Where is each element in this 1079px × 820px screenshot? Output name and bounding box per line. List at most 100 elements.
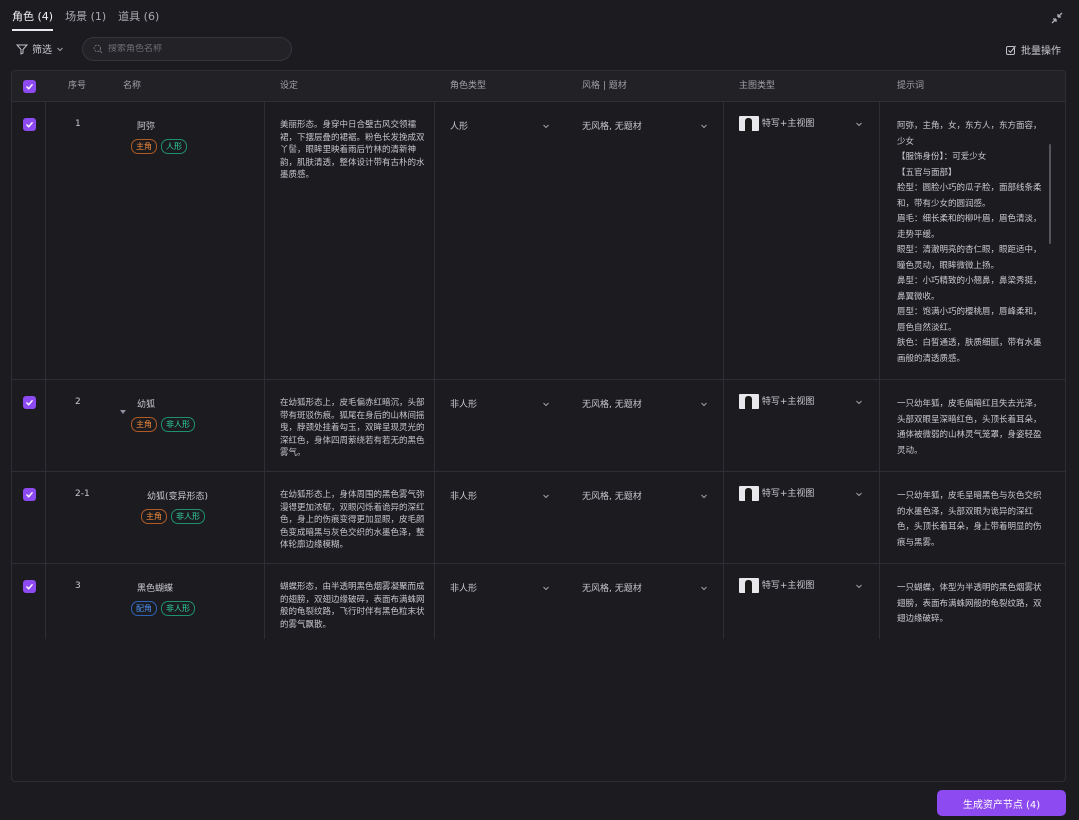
main-type-value: 特写+主视图 [761,581,815,591]
row-prompt[interactable]: 一只幼年狐，皮毛呈暗黑色与灰色交织的水墨色泽，头部双眼为诡异的深红色，头顶长着耳… [897,489,1045,551]
generate-asset-nodes-button[interactable]: 生成资产节点 (4) [937,790,1066,816]
row-setting[interactable]: 在幼狐形态上，皮毛偏赤红暗沉，头部带有斑驳伤痕。狐尾在身后的山林间摇曳，脖颈处挂… [280,397,426,459]
role-type-select[interactable]: 非人形 [450,489,550,502]
role-type-select[interactable]: 非人形 [450,397,550,410]
prompt-scrollbar[interactable] [1049,144,1051,244]
style-select[interactable]: 无风格, 无题材 [582,119,708,132]
search-input[interactable] [108,44,278,54]
tag-form: 非人形 [161,601,195,616]
main-type-value: 特写+主视图 [761,489,815,499]
row-name[interactable]: 幼狐(变异形态) [141,489,208,502]
chevron-down-icon [701,494,707,498]
row-setting[interactable]: 美丽形态。身穿中日合璧古风交领襦裙，下摆层叠的裙裾。粉色长发挽成双丫髻，眼眸里映… [280,119,426,182]
tab-props[interactable]: 道具 (6) [118,6,159,31]
chevron-down-icon [543,586,549,590]
chevron-down-icon [543,494,549,498]
batch-operation-button[interactable]: 批量操作 [1005,42,1061,57]
row-checkbox[interactable] [23,488,36,501]
thumbnail-image [739,394,759,409]
chevron-down-icon [57,47,63,51]
row-name-cell: 幼狐 主角 非人形 [131,397,195,432]
tag-role: 主角 [141,509,167,524]
row-name[interactable]: 阿弥 [131,119,187,132]
main-type-select[interactable]: 特写+主视图 [739,486,863,501]
main-type-value: 特写+主视图 [761,397,815,407]
select-all-checkbox[interactable] [23,80,36,93]
style-select[interactable]: 无风格, 无题材 [582,397,708,410]
style-value: 无风格, 无题材 [582,492,642,502]
filter-button[interactable]: 筛选 [16,41,64,56]
header-name: 名称 [123,81,142,91]
row-checkbox[interactable] [23,580,36,593]
main-type-value: 特写+主视图 [761,119,815,129]
search-icon [93,44,103,54]
row-name-cell: 幼狐(变异形态) 主角 非人形 [141,489,208,524]
asset-tabs: 角色 (4) 场景 (1) 道具 (6) [12,6,159,31]
tab-scenes[interactable]: 场景 (1) [65,6,106,31]
row-name-cell: 黑色蝴蝶 配角 非人形 [131,581,195,616]
tag-form: 非人形 [161,417,195,432]
chevron-down-icon [701,586,707,590]
tab-characters[interactable]: 角色 (4) [12,6,54,31]
row-index: 2-1 [75,489,90,499]
chevron-down-icon [856,400,862,404]
thumbnail-image [739,578,759,593]
filter-label: 筛选 [32,45,52,56]
row-index: 2 [75,397,81,407]
row-prompt[interactable]: 一只幼年狐，皮毛偏暗红且失去光泽，头部双眼呈深暗红色，头顶长着耳朵，通体被微弱的… [897,397,1045,459]
filter-icon [16,44,28,55]
tag-role: 配角 [131,601,157,616]
main-type-select[interactable]: 特写+主视图 [739,578,863,593]
table-row: 3 黑色蝴蝶 配角 非人形 蝴蝶形态，由半透明黑色烟雾凝聚而成的翅膀，双翅边缘破… [12,564,1065,639]
style-value: 无风格, 无题材 [582,122,642,132]
chevron-down-icon [701,402,707,406]
batch-label: 批量操作 [1021,46,1061,57]
row-setting[interactable]: 蝴蝶形态，由半透明黑色烟雾凝聚而成的翅膀，双翅边缘破碎，表面布满蛛网般的龟裂纹路… [280,581,426,631]
role-type-value: 非人形 [450,584,478,594]
role-type-value: 人形 [450,122,469,132]
row-name[interactable]: 幼狐 [131,397,195,410]
batch-icon [1006,45,1016,55]
search-box[interactable] [82,37,292,61]
thumbnail-image [739,486,759,501]
role-type-select[interactable]: 人形 [450,119,550,132]
toolbar: 筛选 批量操作 [12,37,1067,61]
header-index: 序号 [68,81,87,91]
row-index: 1 [75,119,81,129]
collapse-icon[interactable] [1049,10,1065,26]
row-checkbox[interactable] [23,118,36,131]
role-type-value: 非人形 [450,400,478,410]
expand-caret-icon[interactable] [119,408,127,416]
chevron-down-icon [543,124,549,128]
table-row: 1 阿弥 主角 人形 美丽形态。身穿中日合璧古风交领襦裙，下摆层叠的裙裾。粉色长… [12,102,1065,380]
role-type-select[interactable]: 非人形 [450,581,550,594]
table-header: 序号 名称 设定 角色类型 风格 | 题材 主图类型 提示词 [12,71,1065,102]
header-prompt: 提示词 [897,81,925,91]
tag-role: 主角 [131,417,157,432]
chevron-down-icon [543,402,549,406]
header-setting: 设定 [280,81,299,91]
chevron-down-icon [856,584,862,588]
character-table: 序号 名称 设定 角色类型 风格 | 题材 主图类型 提示词 1 阿弥 主角 人… [11,70,1066,782]
row-prompt[interactable]: 一只蝴蝶，体型为半透明的黑色烟雾状翅膀，表面布满蛛网般的龟裂纹路，双翅边缘破碎。 [897,581,1045,628]
header-role-type: 角色类型 [450,81,487,91]
style-select[interactable]: 无风格, 无题材 [582,581,708,594]
row-setting[interactable]: 在幼狐形态上，身体周围的黑色雾气弥漫得更加浓郁，双眼闪烁着诡异的深红色，身上的伤… [280,489,426,551]
chevron-down-icon [701,124,707,128]
table-row: 2 幼狐 主角 非人形 在幼狐形态上，皮毛偏赤红暗沉，头部带有斑驳伤痕。狐尾在身… [12,380,1065,472]
thumbnail-image [739,116,759,131]
table-row: 2-1 幼狐(变异形态) 主角 非人形 在幼狐形态上，身体周围的黑色雾气弥漫得更… [12,472,1065,564]
style-select[interactable]: 无风格, 无题材 [582,489,708,502]
tag-form: 非人形 [171,509,205,524]
header-main-type: 主图类型 [739,81,776,91]
row-checkbox[interactable] [23,396,36,409]
row-name[interactable]: 黑色蝴蝶 [131,581,195,594]
tag-role: 主角 [131,139,157,154]
chevron-down-icon [856,122,862,126]
row-prompt[interactable]: 阿弥，主角，女，东方人，东方面容，少女 【服饰身份】：可爱少女 【五官与面部】 … [897,119,1045,367]
tag-form: 人形 [161,139,187,154]
main-type-select[interactable]: 特写+主视图 [739,116,863,131]
role-type-value: 非人形 [450,492,478,502]
header-style: 风格 | 题材 [582,81,627,91]
main-type-select[interactable]: 特写+主视图 [739,394,863,409]
